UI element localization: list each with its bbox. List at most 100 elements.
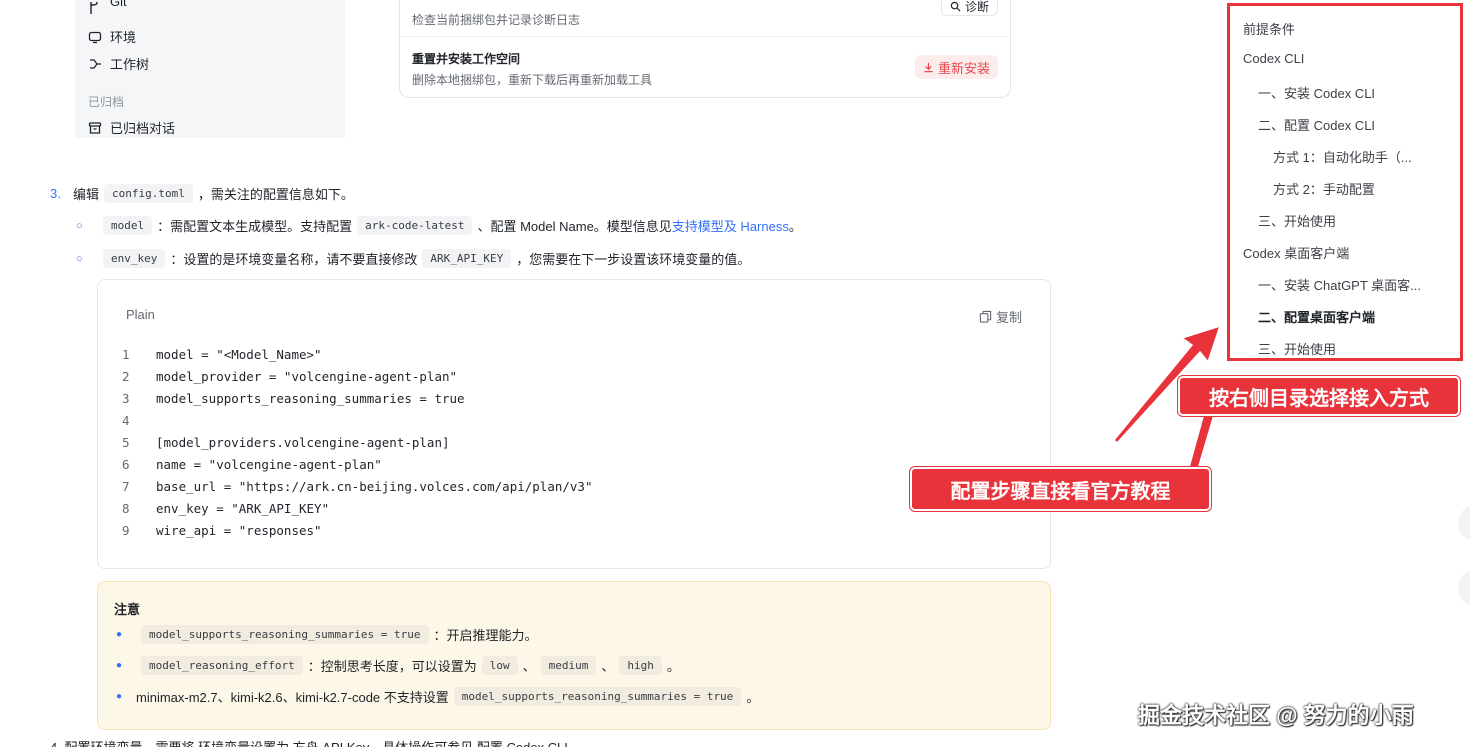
line-text: model_supports_reasoning_summaries = tru… (156, 391, 465, 406)
toc-item[interactable]: 三、开始使用 (1258, 339, 1448, 358)
inline-code: env_key (103, 249, 166, 268)
code-line: 7 base_url = "https://ark.cn-beijing.volc… (122, 476, 593, 498)
diagnose-button[interactable]: 诊断 (940, 0, 998, 16)
copy-button[interactable]: 复制 (979, 307, 1022, 326)
inline-code: high (619, 656, 662, 675)
notice-item: ● model_supports_reasoning_summaries = t… (116, 625, 538, 644)
bullet-text: ：需配置文本生成模型。支持配置 (157, 219, 353, 234)
notice-text: ：开启推理能力。 (433, 628, 538, 643)
line-number: 4 (122, 413, 130, 428)
line-number: 8 (122, 501, 130, 516)
toc-item[interactable]: 一、安装 Codex CLI (1258, 83, 1448, 102)
download-icon (924, 62, 933, 72)
sidebar-section-archived: 已归档 (88, 95, 125, 109)
code-line: 6 name = "volcengine-agent-plan" (122, 454, 593, 476)
line-number: 7 (122, 479, 130, 494)
inline-code: ark-code-latest (357, 216, 473, 235)
step-text: 编辑 (73, 187, 100, 202)
line-text: model_provider = "volcengine-agent-plan" (156, 369, 458, 384)
line-text: wire_api = "responses" (156, 523, 322, 538)
step-number: 3. (50, 186, 61, 201)
line-text: model = "<Model_Name>" (156, 347, 322, 362)
inline-code: ARK_API_KEY (422, 249, 512, 268)
toc-item[interactable]: Codex 桌面客户端 (1243, 243, 1349, 262)
sidebar-item-env[interactable]: 环境 (88, 27, 136, 46)
reinstall-title: 重置并安装工作空间 (412, 52, 521, 66)
line-number: 1 (122, 347, 130, 362)
code-line: 8 env_key = "ARK_API_KEY" (122, 498, 593, 520)
bullet-text: ：设置的是环境变量名称，请不要直接修改 (170, 252, 418, 267)
bullet-dot-icon: ○ (76, 219, 83, 232)
code-line: 2 model_provider = "volcengine-agent-plan… (122, 366, 593, 388)
notice-item: ● minimax-m2.7、kimi-k2.6、kimi-k2.7-code … (116, 687, 759, 706)
line-number: 2 (122, 369, 130, 384)
toc-item[interactable]: 前提条件 (1243, 19, 1295, 38)
monitor-icon (88, 31, 102, 43)
arrow-callout-connector-icon (1187, 413, 1215, 476)
toc-item[interactable]: 方式 2：手动配置 (1273, 179, 1448, 198)
floating-edge-button[interactable] (1458, 570, 1470, 606)
callout-tutorial-hint: 配置步骤直接看官方教程 (910, 467, 1211, 511)
supported-models-link[interactable]: 支持模型及 Harness (672, 216, 789, 235)
branch-icon (90, 58, 101, 69)
table-of-contents: 前提条件 Codex CLI 一、安装 Codex CLI 二、配置 Codex CL… (1227, 3, 1463, 361)
floating-edge-button[interactable] (1458, 505, 1470, 541)
line-number: 9 (122, 523, 130, 538)
line-number: 5 (122, 435, 130, 450)
watermark: 掘金技术社区 @ 努力的小雨 (1138, 703, 1414, 728)
copy-label: 复制 (995, 310, 1022, 325)
bullet-text: 、配置 Model Name。模型信息见 (477, 219, 672, 234)
toc-item[interactable]: 一、安装 ChatGPT 桌面客... (1258, 275, 1448, 294)
git-icon (90, 1, 98, 14)
toc-item[interactable]: 二、配置 Codex CLI (1258, 115, 1448, 134)
bullet-model: ○ model ：需配置文本生成模型。支持配置 ark-code-latest … (76, 216, 802, 235)
copy-icon (979, 310, 992, 323)
line-text: env_key = "ARK_API_KEY" (156, 501, 330, 516)
code-line: 5 [model_providers.volcengine-agent-plan] (122, 432, 593, 454)
notice-text: 、 (601, 659, 615, 674)
bullet-text: ，您需要在下一步设置该环境变量的值。 (516, 252, 751, 267)
toc-item[interactable]: 二、配置桌面客户端 (1258, 307, 1448, 326)
notice-item: ● model_reasoning_effort ：控制思考长度，可以设置为 l… (116, 656, 680, 675)
inline-code: model (103, 216, 153, 235)
card-divider (400, 36, 1010, 37)
bullet-dot-icon: ● (116, 629, 123, 640)
notice-text: minimax-m2.7、kimi-k2.6、kimi-k2.7-code 不支… (136, 690, 449, 705)
sidebar-item-worktree[interactable]: 工作树 (88, 54, 149, 73)
check-description: 检查当前捆绑包并记录诊断日志 (412, 13, 581, 27)
notice-text: 。 (666, 659, 680, 674)
bullet-dot-icon: ○ (76, 252, 83, 265)
sidebar-item-archived[interactable]: 已归档对话 (88, 118, 175, 137)
search-icon (950, 1, 961, 12)
inline-code: model_supports_reasoning_summaries = tru… (141, 625, 429, 644)
toc-item[interactable]: 方式 1：自动化助手（... (1273, 147, 1448, 166)
embedded-sidebar: Git 环境 工作树 已归档 已归档对话 (75, 0, 345, 138)
bullet-text: 。 (788, 219, 802, 234)
notice-box: 注意 ● model_supports_reasoning_summaries … (97, 581, 1051, 730)
reinstall-label: 重新安装 (937, 60, 990, 76)
code-lines: 1 model = "<Model_Name>" 2 model_provider =… (122, 344, 593, 542)
callout-toc-hint: 按右侧目录选择接入方式 (1178, 376, 1460, 416)
code-line: 4 (122, 410, 593, 432)
inline-code: model_reasoning_effort (141, 656, 303, 675)
sidebar-item-label: Git (110, 0, 127, 9)
toc-item[interactable]: 三、开始使用 (1258, 211, 1448, 230)
sidebar-item-git[interactable]: Git (88, 0, 127, 15)
inline-code: model_supports_reasoning_summaries = tru… (453, 687, 742, 706)
sidebar-item-label: 已归档对话 (110, 121, 176, 136)
toc-item[interactable]: Codex CLI (1243, 51, 1304, 66)
code-language-label: Plain (126, 307, 155, 322)
notice-text: 、 (522, 659, 536, 674)
bullet-env-key: ○ env_key ：设置的是环境变量名称，请不要直接修改 ARK_API_KE… (76, 249, 750, 268)
bullet-dot-icon: ● (116, 691, 123, 702)
notice-title: 注意 (114, 602, 141, 617)
step-3: 3. 编辑 config.toml ，需关注的配置信息如下。 (50, 184, 354, 203)
reinstall-button[interactable]: 重新安装 (914, 55, 998, 79)
sidebar-item-label: 环境 (110, 30, 137, 45)
sidebar-item-label: 工作树 (110, 57, 150, 72)
diagnose-label: 诊断 (964, 0, 989, 14)
code-line: 9 wire_api = "responses" (122, 520, 593, 542)
notice-text: ：控制思考长度，可以设置为 (307, 659, 477, 674)
bullet-dot-icon: ● (116, 660, 123, 671)
reinstall-description: 删除本地捆绑包，重新下载后再重新加载工具 (412, 73, 653, 87)
